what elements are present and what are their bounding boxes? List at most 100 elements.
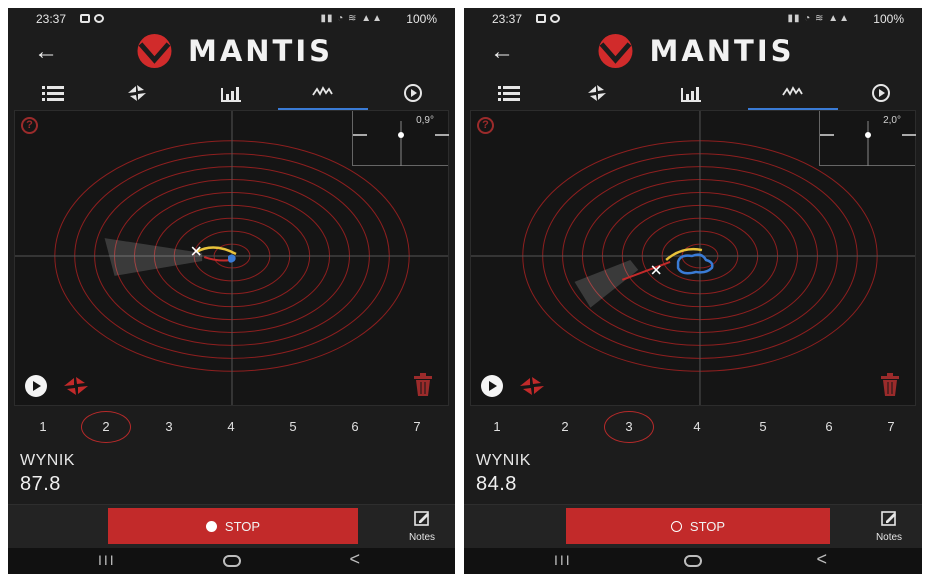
shot-item[interactable]: 7 xyxy=(392,411,442,443)
notes-icon xyxy=(414,511,429,526)
phone-screen-2: 23:37 ▮▮ ◔ ≋ ▲▲ 100% ← MANTIS ? 2,0° 1 2… xyxy=(464,8,922,574)
app-header: ← MANTIS xyxy=(464,30,922,76)
status-time: 23:37 xyxy=(492,12,523,26)
bottom-bar: STOP Notes xyxy=(464,504,922,548)
phone-screen-1: 23:37 ▮▮ ◔ ≋ ▲▲ 100% ← MANTIS ? 0,9° 1 2… xyxy=(8,8,455,574)
shot-item[interactable]: 2 xyxy=(540,411,590,443)
app-logo: MANTIS xyxy=(130,32,333,70)
status-time: 23:37 xyxy=(36,12,67,26)
replay-button[interactable] xyxy=(25,375,47,397)
shot-selector: 1 2 3 4 5 6 7 xyxy=(464,408,922,446)
recents-button[interactable]: III xyxy=(554,552,572,568)
aim-icon[interactable] xyxy=(517,375,547,397)
tab-trace[interactable] xyxy=(278,76,368,110)
shot-item[interactable]: 6 xyxy=(804,411,854,443)
gallery-icon xyxy=(80,14,90,23)
shot-item[interactable]: 1 xyxy=(18,411,68,443)
app-header: ← MANTIS xyxy=(8,30,455,76)
tab-stats[interactable] xyxy=(186,76,276,110)
play-circle-icon xyxy=(404,84,422,102)
app-logo: MANTIS xyxy=(591,32,794,70)
stop-label: STOP xyxy=(689,518,726,534)
notes-button[interactable]: Notes xyxy=(399,509,445,545)
shot-item[interactable]: 5 xyxy=(268,411,318,443)
home-button[interactable] xyxy=(222,555,241,567)
stop-label: STOP xyxy=(224,518,261,534)
shot-selector: 1 2 3 4 5 6 7 xyxy=(8,408,455,446)
system-nav-bar: III < xyxy=(8,548,455,574)
stop-button[interactable]: STOP xyxy=(108,508,358,544)
signal-icon: ▮▮ ◔ ≋ ▲▲ xyxy=(787,13,850,24)
bar-chart-icon xyxy=(221,87,241,102)
tab-list[interactable] xyxy=(464,76,554,110)
tab-trace[interactable] xyxy=(748,76,838,110)
bar-chart-icon xyxy=(681,87,701,102)
sync-icon xyxy=(94,14,104,23)
shot-item[interactable]: 4 xyxy=(672,411,722,443)
system-back-button[interactable]: < xyxy=(816,549,827,570)
status-bar: 23:37 ▮▮ ◔ ≋ ▲▲ 100% xyxy=(8,8,455,30)
brand-name: MANTIS xyxy=(649,34,795,68)
back-arrow-icon[interactable]: ← xyxy=(34,38,58,66)
record-dot-icon xyxy=(670,520,682,532)
shot-item-selected[interactable]: 2 xyxy=(81,411,131,443)
target-view[interactable]: ? 2,0° xyxy=(470,110,916,406)
tab-stats[interactable] xyxy=(646,76,736,110)
brand-name: MANTIS xyxy=(187,34,334,68)
shot-item[interactable]: 3 xyxy=(144,411,194,443)
replay-button[interactable] xyxy=(481,375,503,397)
help-icon[interactable]: ? xyxy=(477,117,494,134)
notes-icon xyxy=(881,511,896,526)
trash-icon[interactable] xyxy=(879,373,901,397)
list-icon xyxy=(498,86,520,101)
shot-item[interactable]: 6 xyxy=(330,411,380,443)
trace-icon xyxy=(782,86,803,96)
stop-button[interactable]: STOP xyxy=(566,508,830,544)
signal-icon: ▮▮ ◔ ≋ ▲▲ xyxy=(320,13,383,24)
record-dot-icon xyxy=(205,520,217,532)
back-arrow-icon[interactable]: ← xyxy=(490,38,514,66)
help-icon[interactable]: ? xyxy=(21,117,38,134)
shot-item[interactable]: 7 xyxy=(866,411,916,443)
tab-bar xyxy=(464,76,922,110)
home-button[interactable] xyxy=(684,555,702,567)
recents-button[interactable]: III xyxy=(98,552,116,568)
result-value: 84.8 xyxy=(476,473,517,495)
result-value: 87.8 xyxy=(20,473,61,495)
system-back-button[interactable]: < xyxy=(349,549,360,570)
play-circle-icon xyxy=(872,84,890,102)
aim-icon xyxy=(588,85,606,101)
tab-replay[interactable] xyxy=(836,76,922,110)
shot-item[interactable]: 5 xyxy=(738,411,788,443)
aim-icon[interactable] xyxy=(61,375,91,397)
notes-label: Notes xyxy=(875,532,903,543)
shot-item[interactable]: 1 xyxy=(472,411,522,443)
shot-item-selected[interactable]: 3 xyxy=(604,411,654,443)
tab-bar xyxy=(8,76,455,110)
result-label: WYNIK xyxy=(20,452,75,469)
level-scale xyxy=(820,121,916,166)
tab-replay[interactable] xyxy=(368,76,455,110)
tab-aim[interactable] xyxy=(92,76,182,110)
tab-aim[interactable] xyxy=(552,76,642,110)
notes-label: Notes xyxy=(408,532,436,543)
notes-button[interactable]: Notes xyxy=(866,509,912,545)
shot-item[interactable]: 4 xyxy=(206,411,256,443)
bottom-bar: STOP Notes xyxy=(8,504,455,548)
level-indicator: 2,0° xyxy=(819,111,916,166)
status-bar: 23:37 ▮▮ ◔ ≋ ▲▲ 100% xyxy=(464,8,922,30)
tab-list[interactable] xyxy=(8,76,98,110)
aim-icon xyxy=(128,85,146,101)
mantis-logo-icon xyxy=(598,34,633,68)
system-nav-bar: III < xyxy=(464,548,922,574)
trash-icon[interactable] xyxy=(412,373,434,397)
level-indicator: 0,9° xyxy=(352,111,449,166)
target-view[interactable]: ? 0,9° xyxy=(14,110,449,406)
gallery-icon xyxy=(536,14,546,23)
sync-icon xyxy=(550,14,560,23)
battery-level: 100% xyxy=(873,12,904,26)
trace-icon xyxy=(312,86,333,96)
list-icon xyxy=(42,86,64,101)
level-scale xyxy=(353,121,449,166)
mantis-logo-icon xyxy=(136,34,171,68)
